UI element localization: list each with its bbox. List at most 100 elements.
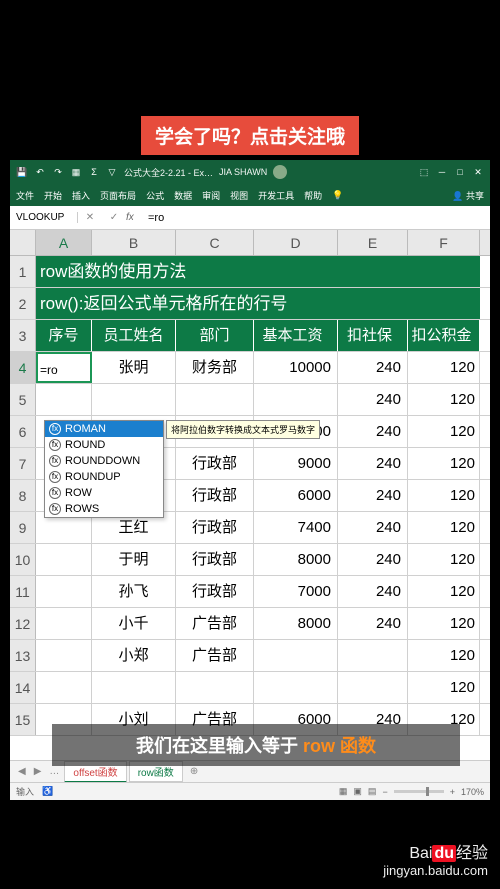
add-sheet-button[interactable]: ⊕ — [184, 766, 204, 777]
cell[interactable] — [92, 672, 176, 703]
view-pagelayout-icon[interactable]: ▣ — [353, 786, 362, 797]
ribbon-options-icon[interactable]: ⬚ — [418, 167, 430, 178]
cell[interactable]: 240 — [338, 512, 408, 543]
autocomplete-item[interactable]: fxROW — [45, 485, 163, 501]
filter-icon[interactable]: ▽ — [106, 167, 118, 178]
menu-data[interactable]: 数据 — [174, 189, 192, 202]
cell[interactable]: 8000 — [254, 544, 338, 575]
header-cell[interactable]: 序号 — [36, 320, 92, 351]
share-button[interactable]: 👤 共享 — [452, 189, 484, 202]
menu-help[interactable]: 帮助 — [304, 189, 322, 202]
cell[interactable] — [254, 640, 338, 671]
row-header[interactable]: 13 — [10, 640, 36, 671]
col-header-a[interactable]: A — [36, 230, 92, 255]
header-cell[interactable]: 扣公积金 — [408, 320, 480, 351]
view-pagebreak-icon[interactable]: ▤ — [368, 786, 377, 797]
save-icon[interactable]: 💾 — [16, 167, 28, 178]
cell[interactable]: 240 — [338, 544, 408, 575]
header-cell[interactable]: 扣社保 — [338, 320, 408, 351]
cell[interactable] — [36, 608, 92, 639]
cell[interactable] — [36, 672, 92, 703]
col-header-c[interactable]: C — [176, 230, 254, 255]
autocomplete-item[interactable]: fxROUNDDOWN — [45, 453, 163, 469]
cell[interactable]: 小郑 — [92, 640, 176, 671]
cell[interactable] — [92, 384, 176, 415]
cell[interactable] — [338, 640, 408, 671]
zoom-slider[interactable] — [394, 790, 444, 793]
cell[interactable]: 120 — [408, 608, 480, 639]
row-header[interactable]: 2 — [10, 288, 36, 319]
cell[interactable] — [254, 672, 338, 703]
cell[interactable]: 120 — [408, 352, 480, 383]
name-box[interactable]: VLOOKUP — [10, 212, 78, 223]
cell[interactable]: 120 — [408, 416, 480, 447]
accept-formula-icon[interactable]: ✓ — [110, 212, 118, 223]
tab-prev-icon[interactable]: ◀ — [14, 766, 30, 777]
editing-cell[interactable]: =ro — [36, 352, 92, 383]
menu-file[interactable]: 文件 — [16, 189, 34, 202]
col-header-f[interactable]: F — [408, 230, 480, 255]
header-cell[interactable]: 基本工资 — [254, 320, 338, 351]
cell[interactable] — [36, 576, 92, 607]
col-header-b[interactable]: B — [92, 230, 176, 255]
row-header[interactable]: 10 — [10, 544, 36, 575]
menu-lightbulb-icon[interactable]: 💡 — [332, 190, 343, 201]
cell[interactable]: 120 — [408, 480, 480, 511]
cell[interactable]: 120 — [408, 640, 480, 671]
redo-icon[interactable]: ↷ — [52, 167, 64, 178]
cell[interactable]: 240 — [338, 576, 408, 607]
tab-next-icon[interactable]: ▶ — [30, 766, 46, 777]
maximize-icon[interactable]: □ — [454, 167, 466, 177]
select-all-corner[interactable] — [10, 230, 36, 255]
row-header[interactable]: 12 — [10, 608, 36, 639]
cell[interactable]: 行政部 — [176, 448, 254, 479]
cell[interactable] — [36, 544, 92, 575]
menu-insert[interactable]: 插入 — [72, 189, 90, 202]
cell[interactable]: 8000 — [254, 608, 338, 639]
cell[interactable]: 120 — [408, 544, 480, 575]
menu-pagelayout[interactable]: 页面布局 — [100, 189, 136, 202]
cell[interactable]: 小千 — [92, 608, 176, 639]
menu-review[interactable]: 审阅 — [202, 189, 220, 202]
zoom-level[interactable]: 170% — [461, 787, 484, 797]
cell[interactable] — [36, 384, 92, 415]
row-header[interactable]: 3 — [10, 320, 36, 351]
view-normal-icon[interactable]: ▦ — [339, 786, 348, 797]
cell[interactable]: 行政部 — [176, 480, 254, 511]
cell[interactable]: 广告部 — [176, 640, 254, 671]
header-cell[interactable]: 员工姓名 — [92, 320, 176, 351]
cell[interactable]: 张明 — [92, 352, 176, 383]
menu-developer[interactable]: 开发工具 — [258, 189, 294, 202]
cell[interactable]: 10000 — [254, 352, 338, 383]
cell[interactable]: 行政部 — [176, 512, 254, 543]
col-header-d[interactable]: D — [254, 230, 338, 255]
cell[interactable]: 120 — [408, 576, 480, 607]
menu-formulas[interactable]: 公式 — [146, 189, 164, 202]
row-header[interactable]: 4 — [10, 352, 36, 383]
row-header[interactable]: 14 — [10, 672, 36, 703]
formula-bar-input[interactable]: =ro — [144, 212, 490, 224]
pivot-icon[interactable]: ▦ — [70, 167, 82, 178]
cell[interactable]: 于明 — [92, 544, 176, 575]
cell[interactable]: 240 — [338, 608, 408, 639]
cell[interactable]: 240 — [338, 416, 408, 447]
header-cell[interactable]: 部门 — [176, 320, 254, 351]
row-header[interactable]: 15 — [10, 704, 36, 735]
cell[interactable]: 财务部 — [176, 352, 254, 383]
autocomplete-item[interactable]: fxROMAN — [45, 421, 163, 437]
row-header[interactable]: 9 — [10, 512, 36, 543]
cell[interactable]: 7400 — [254, 512, 338, 543]
sum-icon[interactable]: Σ — [88, 167, 100, 177]
cell[interactable] — [176, 672, 254, 703]
banner-cell-1[interactable]: row函数的使用方法 — [36, 256, 480, 287]
user-avatar-icon[interactable] — [273, 165, 287, 179]
zoom-in-icon[interactable]: + — [450, 787, 455, 797]
row-header[interactable]: 11 — [10, 576, 36, 607]
cell[interactable]: 广告部 — [176, 608, 254, 639]
autocomplete-item[interactable]: fxROUND — [45, 437, 163, 453]
cell[interactable]: 9000 — [254, 448, 338, 479]
cell[interactable] — [36, 640, 92, 671]
cell[interactable]: 120 — [408, 512, 480, 543]
cell[interactable] — [338, 672, 408, 703]
cell[interactable]: 240 — [338, 384, 408, 415]
